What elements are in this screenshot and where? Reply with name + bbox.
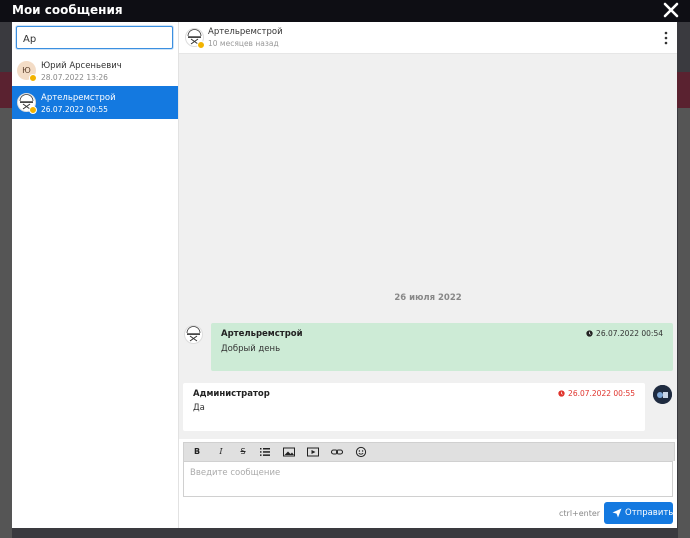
message-composer: B I S Введите сообщение ctrl+enter Отпра… xyxy=(179,439,677,528)
contact-item-artelremstroy[interactable]: Артельремстрой 26.07.2022 00:55 xyxy=(12,86,178,119)
status-dot xyxy=(29,74,37,82)
bold-button[interactable]: B xyxy=(190,446,204,458)
contact-name: Юрий Арсеньевич xyxy=(41,61,122,71)
message-incoming: Артельремстрой Добрый день 26.07.2022 00… xyxy=(211,323,673,371)
message-text: Да xyxy=(193,403,205,413)
chat-pane: Артельремстрой 10 месяцев назад 26 июля … xyxy=(179,22,677,528)
chat-header: Артельремстрой 10 месяцев назад xyxy=(179,22,677,54)
backdrop-right-strip xyxy=(678,108,690,538)
message-author: Артельремстрой xyxy=(221,329,303,339)
formatting-toolbar: B I S xyxy=(183,442,675,461)
link-icon[interactable] xyxy=(330,446,344,458)
contact-item-yuri[interactable]: Ю Юрий Арсеньевич 28.07.2022 13:26 xyxy=(12,54,178,87)
message-author: Администратор xyxy=(193,389,270,399)
contact-date: 26.07.2022 00:55 xyxy=(41,105,108,114)
chat-contact-name: Артельремстрой xyxy=(208,27,283,37)
message-time: 26.07.2022 00:55 xyxy=(558,389,635,398)
send-button-label: Отправить xyxy=(625,508,674,518)
strikethrough-button[interactable]: S xyxy=(236,446,250,458)
message-placeholder: Введите сообщение xyxy=(190,468,281,478)
shortcut-hint: ctrl+enter xyxy=(559,509,601,518)
clock-icon xyxy=(586,330,593,337)
video-icon[interactable] xyxy=(306,446,320,458)
contact-name: Артельремстрой xyxy=(41,93,116,103)
status-dot xyxy=(29,106,37,114)
italic-button[interactable]: I xyxy=(214,446,228,458)
admin-avatar xyxy=(653,385,672,404)
date-separator: 26 июля 2022 xyxy=(394,293,462,303)
message-outgoing: Администратор Да 26.07.2022 00:55 xyxy=(183,383,645,431)
emoji-icon[interactable] xyxy=(354,446,368,458)
send-button[interactable]: Отправить xyxy=(604,502,673,524)
status-dot xyxy=(197,41,205,49)
search-input[interactable] xyxy=(17,30,169,49)
clock-icon xyxy=(558,390,565,397)
backdrop-left-strip xyxy=(0,108,12,538)
more-vertical-icon[interactable] xyxy=(663,31,669,45)
close-icon[interactable] xyxy=(662,1,680,19)
messages-area[interactable]: 26 июля 2022 Артельремстрой Добрый день … xyxy=(179,54,677,439)
image-icon[interactable] xyxy=(282,446,296,458)
modal-title-bar: Мои сообщения xyxy=(0,0,690,22)
contact-search xyxy=(16,26,173,49)
contact-date: 28.07.2022 13:26 xyxy=(41,73,108,82)
company-logo-icon xyxy=(184,325,203,344)
paper-plane-icon xyxy=(612,508,622,518)
chat-last-seen: 10 месяцев назад xyxy=(208,39,279,48)
messages-modal: Ю Юрий Арсеньевич 28.07.2022 13:26 Артел… xyxy=(12,22,677,528)
message-text: Добрый день xyxy=(221,344,281,354)
contacts-pane: Ю Юрий Арсеньевич 28.07.2022 13:26 Артел… xyxy=(12,22,179,528)
modal-title: Мои сообщения xyxy=(12,3,123,17)
list-icon[interactable] xyxy=(258,446,272,458)
message-time: 26.07.2022 00:54 xyxy=(586,329,663,338)
message-input[interactable]: Введите сообщение xyxy=(183,461,673,497)
